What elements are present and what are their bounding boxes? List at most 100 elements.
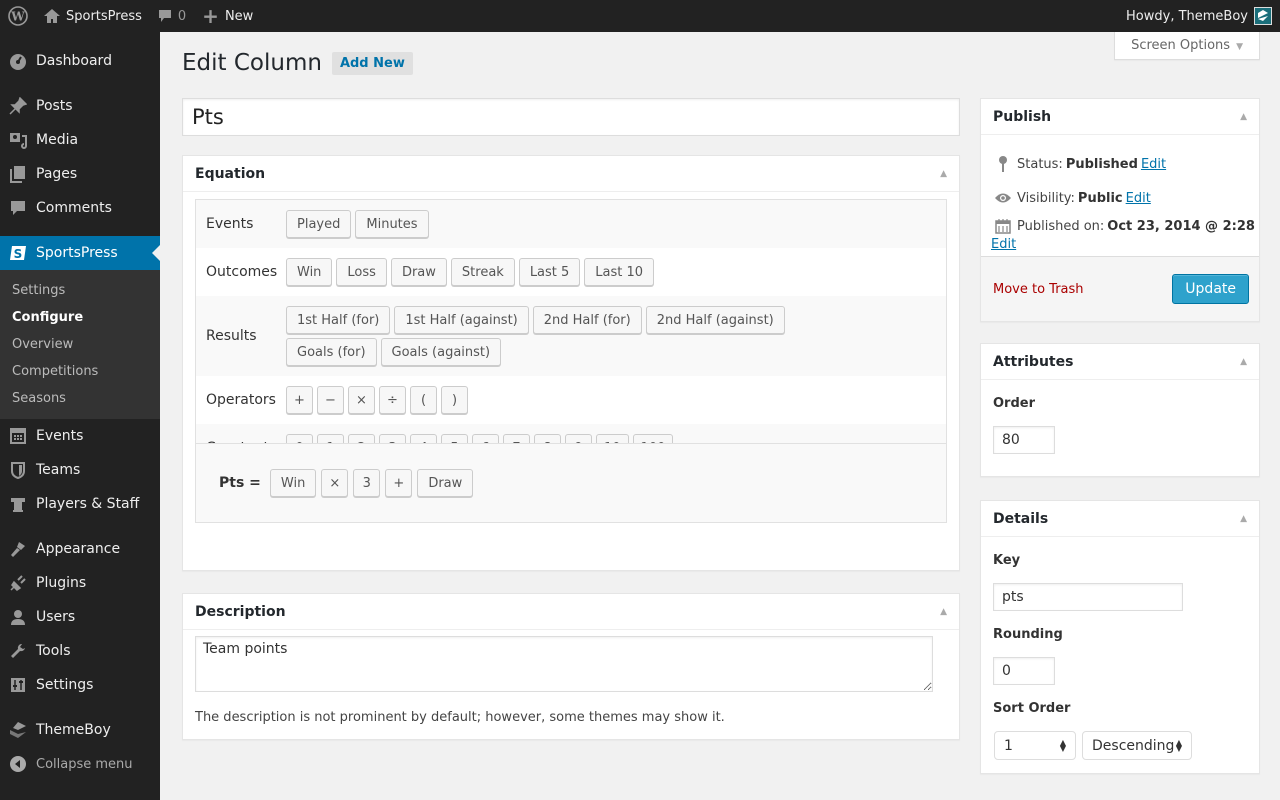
comment-icon [8, 198, 28, 218]
comments-link[interactable]: 0 [150, 0, 194, 32]
equation-token-button[interactable]: ÷ [379, 386, 406, 414]
sliders-icon [8, 675, 28, 695]
description-textarea[interactable]: Team points [195, 636, 933, 692]
edit-status-link[interactable]: Edit [1141, 157, 1166, 172]
status-value: Published [1065, 156, 1138, 172]
svg-text:S: S [14, 247, 23, 261]
site-name: SportsPress [66, 8, 142, 24]
page-title: Edit Column [182, 50, 322, 76]
dashboard-icon [8, 51, 28, 71]
order-label: Order [993, 396, 1035, 411]
select-arrows-icon: ▲ ▼ [1175, 737, 1182, 753]
equation-token-button[interactable]: Streak [450, 258, 515, 286]
equation-token-button[interactable]: 2nd Half (against) [645, 306, 785, 334]
equation-result-token[interactable]: + [385, 469, 413, 497]
equation-token-button[interactable]: Minutes [355, 210, 429, 238]
submenu-seasons[interactable]: Seasons [0, 385, 160, 412]
equation-token-button[interactable]: Goals (against) [380, 338, 502, 366]
equation-result-name: Pts = [219, 475, 261, 491]
edit-date-link[interactable]: Edit [991, 237, 1016, 252]
submenu-competitions[interactable]: Competitions [0, 358, 160, 385]
equation-token-button[interactable]: Loss [336, 258, 387, 286]
equation-row-operators: Operators + − × ÷() [196, 376, 946, 424]
sidebar-item-users[interactable]: Users [0, 600, 160, 634]
new-content-link[interactable]: + New [194, 0, 261, 32]
equation-result-token[interactable]: 3 [353, 469, 381, 497]
equation-token-button[interactable]: 1st Half (against) [394, 306, 529, 334]
sidebar-item-dashboard[interactable]: Dashboard [0, 44, 160, 78]
sidebar-item-appearance[interactable]: Appearance [0, 532, 160, 566]
details-box: Details▲ Key Rounding Sort Order 1 ▲▼ De… [980, 500, 1260, 774]
home-icon [44, 9, 60, 23]
move-to-trash-link[interactable]: Move to Trash [993, 282, 1084, 297]
sidebar-item-players-staff[interactable]: Players & Staff [0, 487, 160, 521]
comments-count: 0 [177, 8, 187, 24]
equation-result-token[interactable]: Win [269, 469, 317, 497]
equation-token-button[interactable]: Win [286, 258, 333, 286]
sidebar-item-themeboy[interactable]: ThemeBoy [0, 713, 160, 747]
sidebar-item-sportspress[interactable]: S SportsPress [0, 236, 160, 270]
eye-icon [993, 192, 1013, 204]
description-help-text: The description is not prominent by defa… [195, 710, 725, 725]
site-name-link[interactable]: SportsPress [36, 0, 150, 32]
submenu-overview[interactable]: Overview [0, 331, 160, 358]
equation-result-token[interactable]: Draw [417, 469, 474, 497]
equation-token-button[interactable]: Draw [390, 258, 447, 286]
equation-token-button[interactable]: 2nd Half (for) [532, 306, 642, 334]
collapse-toggle-icon[interactable]: ▲ [1240, 514, 1247, 524]
page-header: Edit Column Add New [182, 50, 413, 76]
sort-priority-select[interactable]: 1 ▲ ▼ [994, 731, 1076, 760]
collapse-menu-button[interactable]: Collapse menu [0, 747, 160, 781]
sort-direction-select[interactable]: Descending ▲ ▼ [1082, 731, 1192, 760]
equation-token-button[interactable]: 1st Half (for) [286, 306, 391, 334]
sidebar-item-tools[interactable]: Tools [0, 634, 160, 668]
sidebar-item-settings[interactable]: Settings [0, 668, 160, 702]
equation-token-button[interactable]: Played [286, 210, 352, 238]
equation-token-button[interactable]: − [317, 386, 344, 414]
collapse-toggle-icon[interactable]: ▲ [1240, 112, 1247, 122]
equation-result-token[interactable]: × [321, 469, 349, 497]
sidebar-item-pages[interactable]: Pages [0, 157, 160, 191]
add-new-button[interactable]: Add New [331, 51, 413, 75]
collapse-toggle-icon[interactable]: ▲ [940, 169, 947, 179]
collapse-toggle-icon[interactable]: ▲ [940, 607, 947, 617]
equation-token-button[interactable]: Last 5 [518, 258, 581, 286]
key-label: Key [993, 553, 1021, 568]
my-account[interactable]: Howdy, ThemeBoy [1126, 7, 1280, 25]
post-title-input[interactable] [182, 98, 960, 136]
media-icon [8, 130, 28, 150]
sidebar-item-plugins[interactable]: Plugins [0, 566, 160, 600]
details-header[interactable]: Details ▲ [981, 501, 1259, 537]
publish-header[interactable]: Publish ▲ [981, 99, 1259, 135]
key-input[interactable] [993, 583, 1183, 611]
equation-token-button[interactable]: × [348, 386, 375, 414]
equation-token-button[interactable]: Goals (for) [286, 338, 377, 366]
order-input[interactable] [993, 426, 1055, 454]
attributes-header[interactable]: Attributes ▲ [981, 344, 1259, 380]
equation-token-button[interactable]: ) [441, 386, 468, 414]
sidebar-item-teams[interactable]: Teams [0, 453, 160, 487]
submenu-configure[interactable]: Configure [0, 304, 160, 331]
sidebar-item-comments[interactable]: Comments [0, 191, 160, 225]
edit-visibility-link[interactable]: Edit [1126, 191, 1151, 206]
equation-token-button[interactable]: ( [410, 386, 437, 414]
equation-tokens: Win × 3 + Draw [269, 469, 474, 497]
equation-header[interactable]: Equation ▲ [183, 156, 959, 192]
description-header[interactable]: Description ▲ [183, 594, 959, 630]
submenu-settings[interactable]: Settings [0, 277, 160, 304]
main-content: Screen Options▼ Edit Column Add New Equa… [160, 32, 1280, 800]
svg-text:W: W [10, 10, 25, 24]
collapse-toggle-icon[interactable]: ▲ [1240, 357, 1247, 367]
plugin-icon [8, 573, 28, 593]
rounding-input[interactable] [993, 657, 1055, 685]
equation-token-button[interactable]: Last 10 [584, 258, 655, 286]
update-button[interactable]: Update [1172, 274, 1249, 304]
sidebar-item-media[interactable]: Media [0, 123, 160, 157]
screen-options-button[interactable]: Screen Options ▼ [1114, 32, 1260, 60]
equation-token-button[interactable]: + [286, 386, 313, 414]
sidebar-item-events[interactable]: Events [0, 419, 160, 453]
caret-down-icon: ▼ [1236, 42, 1243, 52]
publish-actions: Move to Trash Update [981, 256, 1259, 321]
sidebar-item-posts[interactable]: Posts [0, 89, 160, 123]
wordpress-logo-button[interactable]: W [0, 0, 36, 32]
